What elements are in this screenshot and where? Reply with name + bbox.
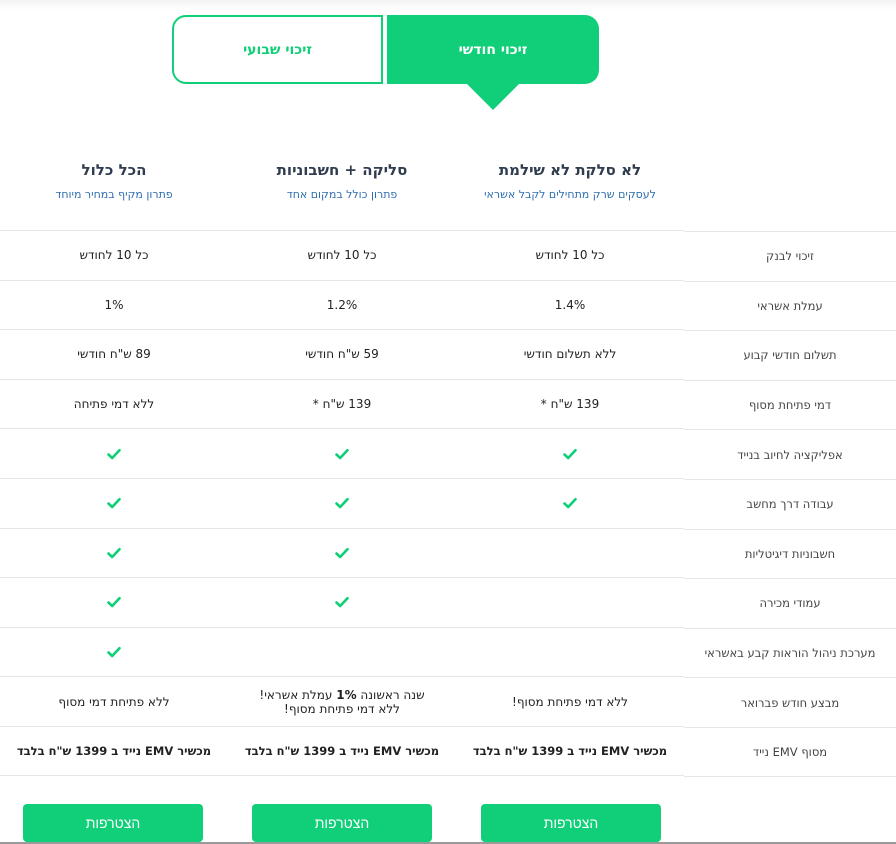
table-cell <box>0 628 228 677</box>
checkmark-icon <box>107 448 121 459</box>
feature-label: זיכוי לבנק <box>684 231 896 281</box>
table-cell <box>456 628 684 677</box>
checkmark-icon <box>107 547 121 559</box>
table-row <box>0 527 684 578</box>
table-row <box>0 477 684 528</box>
table-cell <box>0 479 228 528</box>
table-cell <box>228 479 456 528</box>
plan-title: לא סלקת לא שילמת <box>498 161 642 179</box>
promo-prefix: שנה ראשונה <box>356 687 425 702</box>
table-row: מכשיר EMV נייד ב 1399 ש"ח בלבד מכשיר EMV… <box>0 725 684 776</box>
promo-bold-rate: 1% <box>336 687 357 702</box>
table-cell: 59 ש"ח חודשי <box>305 347 379 362</box>
checkmark-icon <box>107 646 121 658</box>
active-tab-pointer <box>466 83 520 110</box>
table-cell <box>228 628 456 677</box>
checkmark-icon <box>335 498 349 509</box>
table-cell: ללא תשלום חודשי <box>523 347 617 362</box>
checkmark-icon <box>563 448 577 459</box>
join-button-no-clearing[interactable]: הצטרפות <box>481 804 661 842</box>
table-cell: מכשיר EMV נייד ב 1399 ש"ח בלבד <box>244 743 440 758</box>
promo-line-1: שנה ראשונה 1% עמלת אשראי! <box>259 688 424 702</box>
table-cell-promo: שנה ראשונה 1% עמלת אשראי! ללא דמי פתיחת … <box>228 677 456 726</box>
comparison-table: כל 10 לחודש כל 10 לחודש כל 10 לחודש 1% 1… <box>0 230 684 776</box>
table-row: ללא פתיחת דמי מסוף שנה ראשונה 1% עמלת אש… <box>0 676 684 726</box>
table-row: כל 10 לחודש כל 10 לחודש כל 10 לחודש <box>0 230 684 280</box>
join-button-all-inclusive[interactable]: הצטרפות <box>23 804 203 842</box>
monthly-credit-tab[interactable]: זיכוי חודשי <box>387 15 599 84</box>
weekly-credit-tab[interactable]: זיכוי שבועי <box>172 15 383 84</box>
plan-subtitle: פתרון מקיף במחיר מיוחד <box>55 188 173 201</box>
table-cell: כל 10 לחודש <box>535 248 605 263</box>
table-cell <box>456 578 684 627</box>
table-row: 89 ש"ח חודשי 59 ש"ח חודשי ללא תשלום חודש… <box>0 329 684 379</box>
table-cell <box>0 429 228 478</box>
checkmark-icon <box>335 597 349 608</box>
table-cell: 139 ש"ח * <box>312 397 372 412</box>
plan-header-clearing-invoices: סליקה + חשבוניות פתרון כולל במקום אחד <box>228 160 456 202</box>
feature-label: חשבוניות דיגיטליות <box>684 528 896 579</box>
table-cell <box>456 479 684 528</box>
table-cell: כל 10 לחודש <box>79 248 149 263</box>
table-row <box>0 626 684 677</box>
plan-header-all-inclusive: הכל כלול פתרון מקיף במחיר מיוחד <box>0 160 228 202</box>
table-cell <box>456 429 684 478</box>
table-cell: 1.4% <box>554 297 586 312</box>
plan-header-no-clearing: לא סלקת לא שילמת לעסקים שרק מתחילים לקבל… <box>456 160 684 202</box>
table-cell: ללא דמי פתיחה <box>73 397 155 412</box>
checkmark-icon <box>563 498 577 509</box>
table-cell: כל 10 לחודש <box>307 248 377 263</box>
checkmark-icon <box>107 498 121 509</box>
table-cell: מכשיר EMV נייד ב 1399 ש"ח בלבד <box>16 743 212 758</box>
plan-title: הכל כלול <box>81 161 147 179</box>
promo-suffix: עמלת אשראי! <box>259 687 337 702</box>
promo-line-2: ללא דמי פתיחת מסוף! <box>284 701 400 716</box>
feature-label: תשלום חודשי קבוע <box>684 330 896 380</box>
plan-subtitle: פתרון כולל במקום אחד <box>286 188 398 201</box>
plan-title: סליקה + חשבוניות <box>276 161 408 179</box>
join-button-clearing-invoices[interactable]: הצטרפות <box>252 804 432 842</box>
feature-label: דמי פתיחת מסוף <box>684 379 896 430</box>
table-cell: 1.2% <box>326 297 358 312</box>
table-row <box>0 577 684 627</box>
table-cell <box>456 529 684 578</box>
feature-label: עמלת אשראי <box>684 280 896 331</box>
table-cell: מכשיר EMV נייד ב 1399 ש"ח בלבד <box>472 743 668 758</box>
checkmark-icon <box>335 448 349 459</box>
table-cell <box>228 429 456 478</box>
table-cell: 1% <box>104 297 124 312</box>
table-cell <box>0 578 228 627</box>
feature-label: מערכת ניהול הוראות קבע באשראי <box>684 627 896 678</box>
feature-label: מסוף EMV נייד <box>684 726 896 777</box>
feature-label: מבצע חודש פברואר <box>684 677 896 727</box>
table-row <box>0 428 684 478</box>
table-cell <box>0 529 228 578</box>
feature-labels-column: זיכוי לבנק עמלת אשראי תשלום חודשי קבוע ד… <box>684 231 896 777</box>
feature-label: עבודה דרך מחשב <box>684 478 896 529</box>
table-cell: 139 ש"ח * <box>540 397 600 412</box>
plan-subtitle: לעסקים שרק מתחילים לקבל אשראי <box>484 188 656 201</box>
feature-label: עמודי מכירה <box>684 578 896 628</box>
table-row: 1% 1.2% 1.4% <box>0 279 684 330</box>
table-cell <box>228 578 456 627</box>
table-cell <box>228 529 456 578</box>
feature-label: אפליקציה לחיוב בנייד <box>684 429 896 479</box>
top-shadow-band <box>0 0 896 10</box>
table-row: ללא דמי פתיחה 139 ש"ח * 139 ש"ח * <box>0 378 684 429</box>
table-cell: 89 ש"ח חודשי <box>77 347 151 362</box>
table-cell: ללא פתיחת דמי מסוף <box>58 694 170 709</box>
checkmark-icon <box>335 547 349 559</box>
table-cell: ללא דמי פתיחת מסוף! <box>512 694 628 709</box>
checkmark-icon <box>107 597 121 608</box>
